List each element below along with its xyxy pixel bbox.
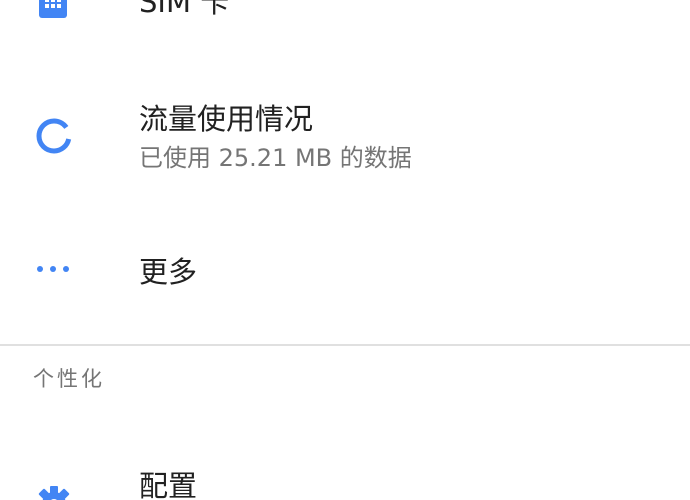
- config-title: 配置: [139, 469, 198, 500]
- data-usage-title: 流量使用情况: [139, 102, 314, 136]
- personalization-section-header: 个性化: [33, 367, 105, 391]
- data-usage-subtitle: 已使用 25.21 MB 的数据: [139, 144, 412, 172]
- more-row[interactable]: 更多: [0, 230, 690, 320]
- gear-icon: [34, 484, 74, 500]
- more-horiz-icon: [34, 264, 74, 274]
- section-divider: [0, 344, 690, 346]
- more-title: 更多: [139, 255, 198, 289]
- sim-card-icon: [37, 0, 69, 18]
- sim-card-title: SIM 卡: [139, 0, 230, 19]
- data-usage-row[interactable]: 流量使用情况 已使用 25.21 MB 的数据: [0, 90, 690, 200]
- config-row[interactable]: 配置: [0, 440, 690, 500]
- data-usage-icon: [34, 116, 74, 156]
- settings-screen: SIM 卡 流量使用情况 已使用 25.21 MB 的数据 更多 个性化 配置: [0, 0, 690, 500]
- sim-card-row[interactable]: SIM 卡: [0, 0, 690, 60]
